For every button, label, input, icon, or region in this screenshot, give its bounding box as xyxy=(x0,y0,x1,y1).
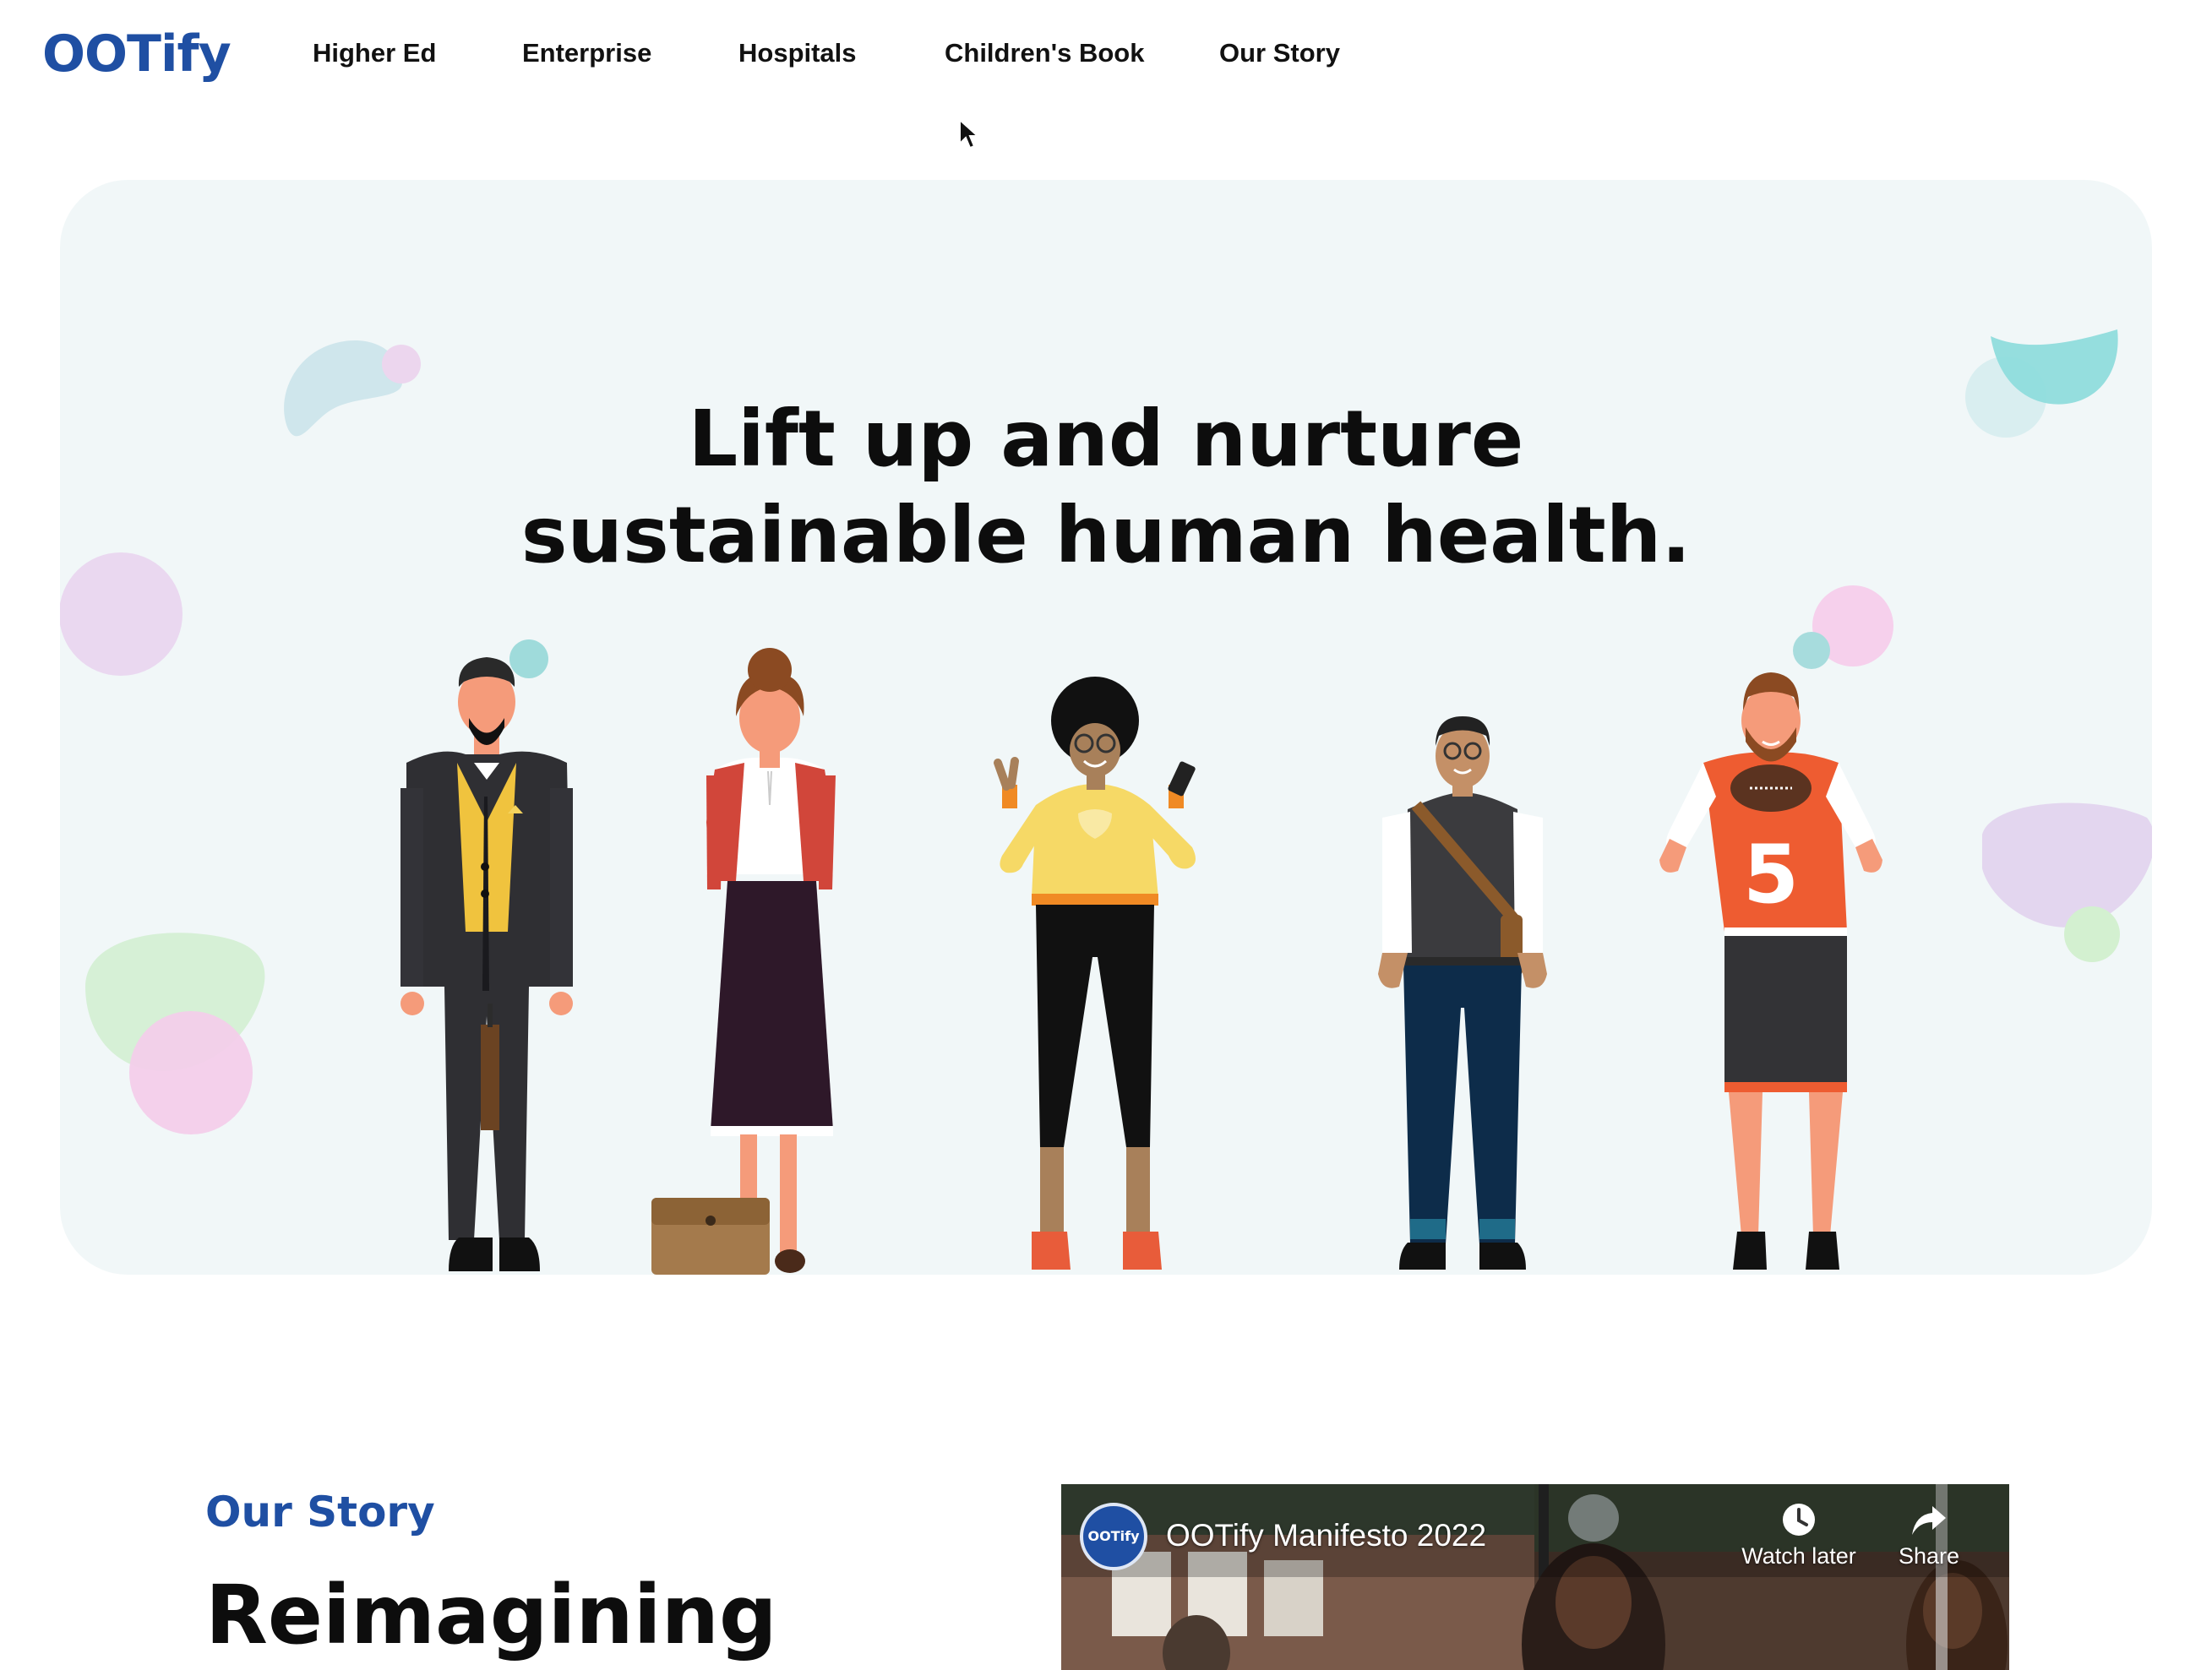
share-label: Share xyxy=(1898,1543,1960,1569)
jersey-number: 5 xyxy=(1743,829,1799,922)
our-story-eyebrow: Our Story xyxy=(205,1488,435,1537)
share-button[interactable]: Share xyxy=(1866,1501,1992,1570)
student-phone-figure xyxy=(994,677,1196,1270)
our-story-heading: Reimagining xyxy=(205,1568,777,1662)
nav-link-enterprise[interactable]: Enterprise xyxy=(522,34,651,73)
nav-link-hospitals[interactable]: Hospitals xyxy=(738,34,857,73)
messenger-bag-man-figure xyxy=(1378,716,1547,1270)
video-title[interactable]: OOTify Manifesto 2022 xyxy=(1166,1516,1486,1555)
channel-logo[interactable]: OOTify xyxy=(1080,1503,1147,1570)
top-navigation: OOTify Higher Ed Enterprise Hospitals Ch… xyxy=(0,0,2212,110)
woman-cardigan-figure xyxy=(651,648,836,1275)
nav-link-higher-ed[interactable]: Higher Ed xyxy=(313,34,436,73)
manifesto-video-player[interactable]: OOTify OOTify Manifesto 2022 Watch later… xyxy=(1061,1484,2009,1670)
nav-link-our-story[interactable]: Our Story xyxy=(1219,34,1340,73)
ootify-logo[interactable]: OOTify xyxy=(42,20,232,88)
mouse-cursor-icon xyxy=(959,118,980,150)
watch-later-label: Watch later xyxy=(1741,1543,1856,1569)
people-illustration: 5 xyxy=(400,648,1882,1275)
clock-icon xyxy=(1783,1504,1815,1536)
football-player-figure: 5 xyxy=(1659,672,1882,1270)
nav-link-childrens-book[interactable]: Children's Book xyxy=(945,34,1144,73)
share-arrow-icon xyxy=(1912,1506,1946,1535)
watch-later-button[interactable]: Watch later xyxy=(1735,1501,1862,1570)
businessman-figure xyxy=(400,657,573,1271)
hero-section: Lift up and nurture sustainable human he… xyxy=(60,180,2152,1275)
